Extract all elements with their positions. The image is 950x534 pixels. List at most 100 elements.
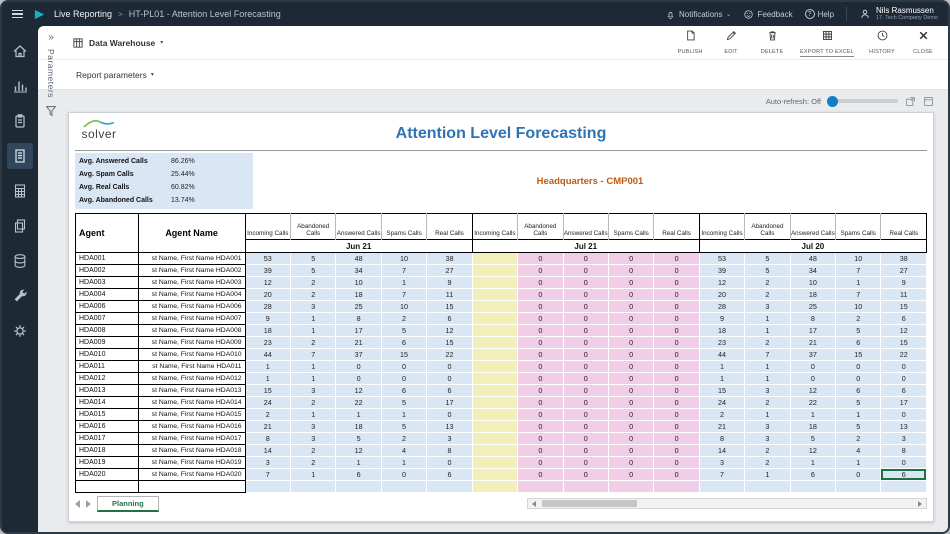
data-cell[interactable]: 15 <box>699 385 744 397</box>
data-cell[interactable]: 22 <box>790 397 835 409</box>
data-cell[interactable]: 0 <box>881 373 927 385</box>
agent-name-cell[interactable]: st Name, First Name HDA015 <box>138 409 245 421</box>
data-cell[interactable]: 6 <box>836 337 881 349</box>
data-cell[interactable]: 1 <box>336 409 381 421</box>
agent-cell[interactable]: HDA015 <box>76 409 139 421</box>
data-cell[interactable]: 5 <box>790 433 835 445</box>
data-cell[interactable]: 0 <box>654 385 699 397</box>
data-cell[interactable]: 0 <box>563 253 608 265</box>
data-cell[interactable]: 21 <box>245 421 290 433</box>
data-cell[interactable]: 0 <box>608 373 653 385</box>
data-cell[interactable]: 5 <box>745 253 790 265</box>
data-cell[interactable]: 8 <box>699 433 744 445</box>
data-cell[interactable]: 7 <box>745 349 790 361</box>
data-cell[interactable]: 22 <box>427 349 472 361</box>
data-cell[interactable]: 10 <box>836 253 881 265</box>
data-cell[interactable]: 0 <box>518 385 563 397</box>
feedback-button[interactable]: Feedback <box>743 9 792 20</box>
data-cell[interactable]: 0 <box>518 277 563 289</box>
data-cell[interactable]: 2 <box>745 457 790 469</box>
data-cell[interactable]: 0 <box>790 373 835 385</box>
data-cell[interactable]: 3 <box>745 385 790 397</box>
data-cell[interactable] <box>472 337 517 349</box>
data-cell[interactable]: 2 <box>291 289 336 301</box>
data-cell[interactable]: 5 <box>336 433 381 445</box>
data-cell[interactable]: 0 <box>518 433 563 445</box>
data-cell[interactable]: 34 <box>336 265 381 277</box>
data-cell[interactable]: 0 <box>518 397 563 409</box>
data-cell[interactable]: 0 <box>563 409 608 421</box>
prev-sheet-icon[interactable] <box>75 500 80 508</box>
data-cell[interactable]: 0 <box>563 337 608 349</box>
agent-cell[interactable]: HDA008 <box>76 325 139 337</box>
agent-cell[interactable]: HDA006 <box>76 301 139 313</box>
agent-name-cell[interactable]: st Name, First Name HDA008 <box>138 325 245 337</box>
data-cell[interactable]: 5 <box>381 421 426 433</box>
data-cell[interactable]: 0 <box>518 253 563 265</box>
data-cell[interactable] <box>472 409 517 421</box>
agent-cell[interactable]: HDA019 <box>76 457 139 469</box>
agent-cell[interactable]: HDA017 <box>76 433 139 445</box>
data-cell[interactable]: 10 <box>836 301 881 313</box>
data-cell[interactable]: 21 <box>790 337 835 349</box>
data-cell[interactable]: 3 <box>699 457 744 469</box>
data-cell[interactable] <box>472 325 517 337</box>
data-cell[interactable]: 0 <box>654 397 699 409</box>
agent-cell[interactable]: HDA009 <box>76 337 139 349</box>
data-cell[interactable] <box>472 433 517 445</box>
data-cell[interactable]: 7 <box>836 265 881 277</box>
data-cell[interactable]: 3 <box>291 301 336 313</box>
data-cell[interactable]: 15 <box>245 385 290 397</box>
data-cell[interactable]: 0 <box>518 301 563 313</box>
data-cell[interactable]: 0 <box>608 313 653 325</box>
sidebar-item-tasks[interactable] <box>7 108 33 134</box>
agent-name-cell[interactable]: st Name, First Name HDA013 <box>138 385 245 397</box>
data-cell[interactable] <box>472 457 517 469</box>
agent-cell[interactable]: HDA007 <box>76 313 139 325</box>
data-cell[interactable]: 0 <box>608 289 653 301</box>
data-cell[interactable] <box>563 481 608 493</box>
filter-icon[interactable] <box>44 104 58 118</box>
help-button[interactable]: ? Help <box>805 9 834 19</box>
data-cell[interactable]: 5 <box>291 253 336 265</box>
data-cell[interactable]: 0 <box>654 361 699 373</box>
data-cell[interactable]: 12 <box>336 385 381 397</box>
data-cell[interactable] <box>472 253 517 265</box>
data-cell[interactable]: 10 <box>381 253 426 265</box>
data-cell[interactable]: 1 <box>745 373 790 385</box>
data-cell[interactable]: 6 <box>881 469 927 481</box>
data-cell[interactable]: 25 <box>336 301 381 313</box>
data-cell[interactable]: 0 <box>654 445 699 457</box>
data-cell[interactable]: 0 <box>563 325 608 337</box>
data-cell[interactable]: 1 <box>699 373 744 385</box>
sidebar-item-tools[interactable] <box>7 283 33 309</box>
agent-name-cell[interactable]: st Name, First Name HDA018 <box>138 445 245 457</box>
data-cell[interactable]: 2 <box>381 433 426 445</box>
data-cell[interactable] <box>472 313 517 325</box>
breadcrumb-section[interactable]: Live Reporting <box>54 9 112 19</box>
data-cell[interactable]: 6 <box>881 313 927 325</box>
data-cell[interactable] <box>472 265 517 277</box>
data-cell[interactable]: 0 <box>654 253 699 265</box>
data-cell[interactable]: 15 <box>427 301 472 313</box>
sidebar-item-tables[interactable] <box>7 178 33 204</box>
parameters-label[interactable]: Parameters <box>46 49 56 98</box>
data-cell[interactable]: 6 <box>427 385 472 397</box>
data-cell[interactable]: 0 <box>518 469 563 481</box>
sidebar-item-data[interactable] <box>7 248 33 274</box>
data-cell[interactable]: 34 <box>790 265 835 277</box>
data-cell[interactable]: 3 <box>291 385 336 397</box>
data-cell[interactable]: 6 <box>336 469 381 481</box>
next-sheet-icon[interactable] <box>86 500 91 508</box>
data-cell[interactable]: 3 <box>245 457 290 469</box>
data-cell[interactable]: 14 <box>245 445 290 457</box>
data-cell[interactable]: 0 <box>654 373 699 385</box>
data-cell[interactable]: 0 <box>563 301 608 313</box>
data-cell[interactable]: 9 <box>427 277 472 289</box>
data-cell[interactable]: 0 <box>563 433 608 445</box>
data-cell[interactable] <box>472 289 517 301</box>
data-cell[interactable]: 0 <box>518 373 563 385</box>
data-cell[interactable]: 0 <box>608 277 653 289</box>
data-cell[interactable]: 27 <box>881 265 927 277</box>
data-cell[interactable]: 7 <box>836 289 881 301</box>
